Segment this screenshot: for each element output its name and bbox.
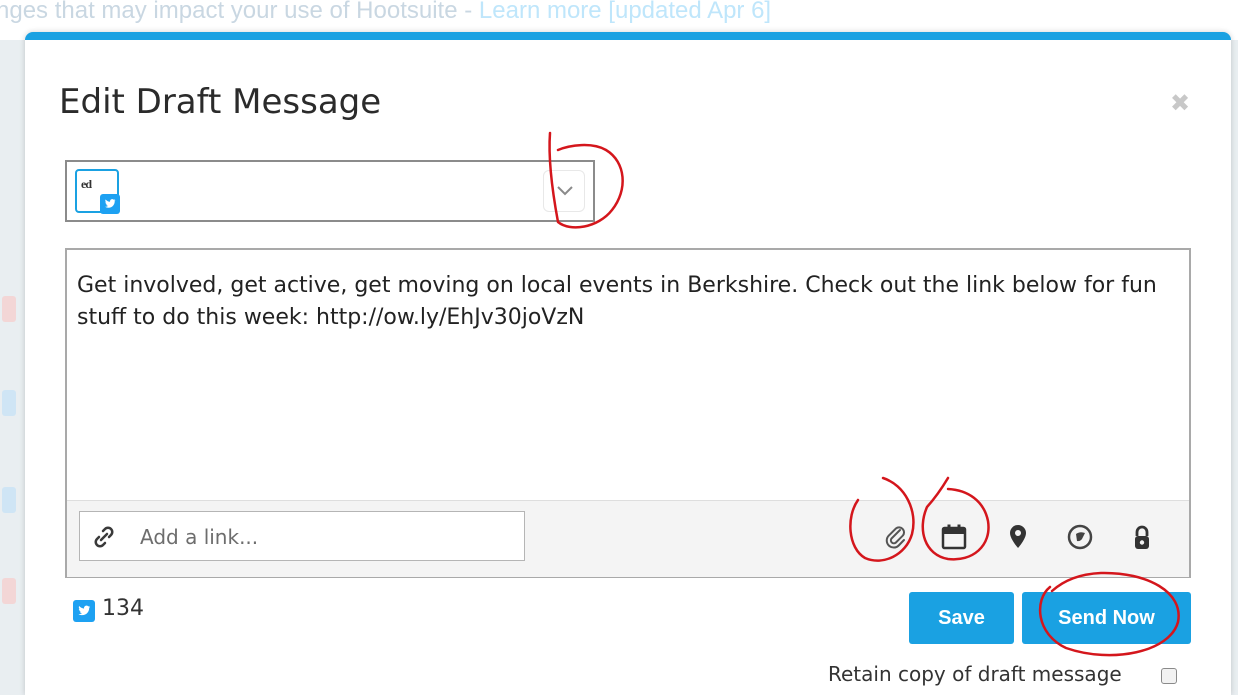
location-pin-icon[interactable] [1003, 522, 1033, 552]
composer-toolbar [67, 500, 1189, 577]
edit-draft-modal: Edit Draft Message ✖ ed Get involved, ge… [25, 32, 1231, 695]
link-icon [90, 523, 118, 556]
retain-copy-checkbox[interactable] [1161, 668, 1177, 684]
chevron-down-icon[interactable] [543, 170, 585, 212]
save-button[interactable]: Save [909, 592, 1014, 644]
message-text[interactable]: Get involved, get active, get moving on … [77, 270, 1167, 334]
announcement-learn-more-link[interactable]: Learn more [updated Apr 6] [479, 0, 771, 24]
modal-title: Edit Draft Message [59, 82, 382, 122]
calendar-icon[interactable] [939, 522, 969, 552]
paperclip-icon[interactable] [881, 522, 911, 552]
background-avatar-fragment [2, 578, 16, 604]
privacy-lock-icon[interactable] [1127, 522, 1157, 552]
character-count-value: 134 [102, 596, 144, 621]
announcement-banner-text: nges that may impact your use of Hootsui… [0, 0, 771, 31]
background-avatar-fragment [2, 296, 16, 322]
targeting-globe-icon[interactable] [1065, 522, 1095, 552]
add-link-field[interactable] [79, 511, 525, 562]
twitter-icon [73, 600, 95, 622]
send-now-button[interactable]: Send Now [1022, 592, 1191, 644]
background-avatar-fragment [2, 390, 16, 416]
message-composer[interactable]: Get involved, get active, get moving on … [65, 248, 1191, 578]
social-profile-selector[interactable]: ed [65, 160, 595, 222]
profile-avatar: ed [75, 169, 120, 214]
profile-avatar-logo-text: ed [81, 177, 92, 191]
retain-copy-label: Retain copy of draft message [828, 662, 1122, 686]
background-avatar-fragment [2, 487, 16, 513]
twitter-icon [100, 194, 120, 214]
add-link-input[interactable] [138, 512, 522, 562]
close-icon[interactable]: ✖ [1168, 92, 1192, 116]
